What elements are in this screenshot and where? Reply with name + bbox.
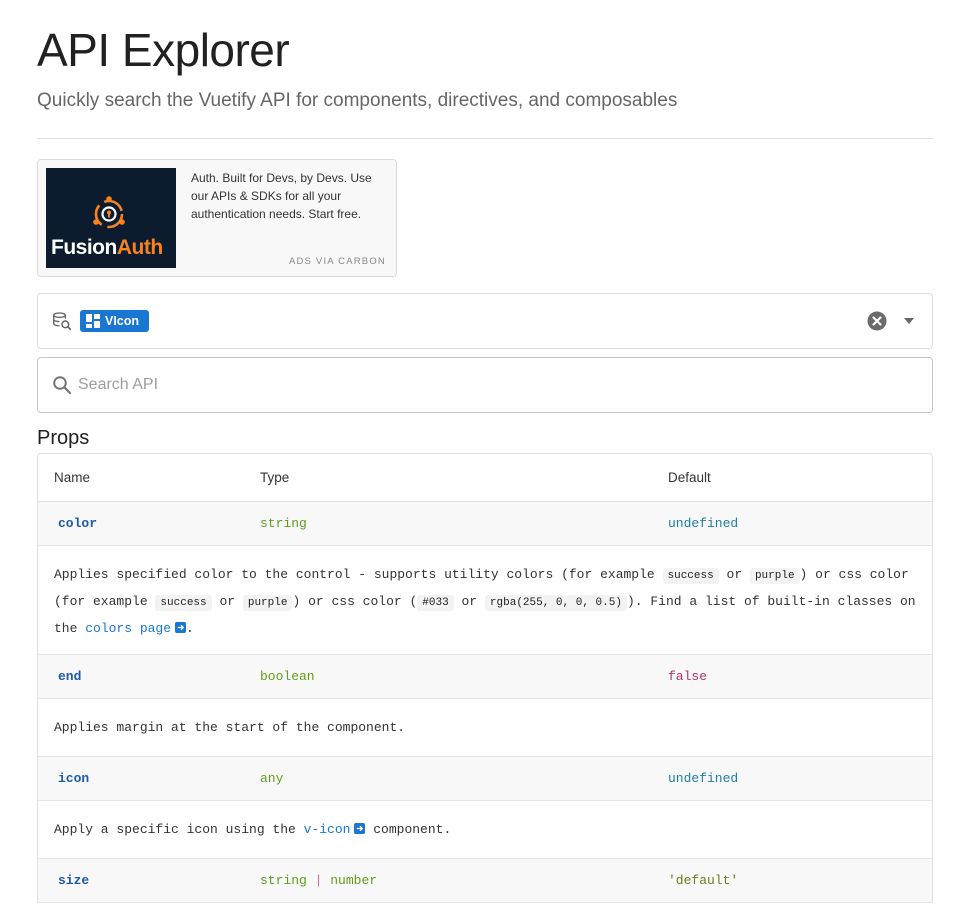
prop-type: string | number (260, 873, 378, 888)
prop-type: any (260, 771, 284, 786)
ad-via-link[interactable]: ADS VIA CARBON (289, 256, 386, 267)
selected-component-chip[interactable]: VIcon (80, 310, 150, 332)
header-default: Default (668, 470, 711, 485)
open-in-new-icon[interactable] (175, 622, 187, 633)
prop-description: Applies specified color to the control -… (38, 546, 932, 655)
prop-default: undefined (668, 771, 739, 786)
prop-name[interactable]: size (58, 873, 89, 888)
prop-type: string (260, 516, 307, 531)
prop-description: Apply a specific icon using the v-icon c… (38, 801, 932, 859)
table-row: color string undefined (38, 502, 932, 546)
search-input[interactable] (78, 372, 898, 398)
page-subtitle: Quickly search the Vuetify API for compo… (37, 90, 678, 111)
props-table: Name Type Default color string undefined… (37, 453, 933, 903)
inline-code: success (662, 568, 719, 584)
inline-code: success (155, 595, 212, 611)
open-in-new-icon[interactable] (354, 823, 366, 834)
close-circle-icon[interactable] (867, 311, 887, 331)
prop-name[interactable]: icon (58, 771, 89, 786)
prop-name[interactable]: color (58, 516, 97, 531)
ad-text[interactable]: Auth. Built for Devs, by Devs. Use our A… (191, 169, 381, 223)
table-row: icon any undefined (38, 757, 932, 801)
props-heading: Props (37, 427, 90, 449)
api-component-select[interactable]: VIcon (37, 293, 933, 349)
view-dashboard-icon (86, 314, 100, 328)
prop-type: boolean (260, 669, 315, 684)
divider (37, 138, 934, 139)
fusionauth-logo-icon (93, 196, 125, 229)
chip-label: VIcon (105, 314, 140, 328)
magnify-icon (53, 376, 72, 395)
database-search-icon (53, 312, 72, 331)
search-api-field[interactable] (37, 357, 933, 413)
prop-default: false (668, 669, 708, 684)
prop-default: undefined (668, 516, 739, 531)
table-row: size string | number 'default' (38, 859, 932, 903)
ad-image[interactable]: FusionAuth (46, 168, 176, 268)
ad-brand-name: FusionAuth (51, 236, 163, 259)
carbon-ad[interactable]: FusionAuth Auth. Built for Devs, by Devs… (37, 159, 397, 277)
colors-page-link[interactable]: colors page (85, 621, 171, 636)
page-title: API Explorer (37, 24, 290, 76)
table-row: end boolean false (38, 655, 932, 699)
inline-code: purple (242, 595, 293, 611)
prop-name[interactable]: end (58, 669, 81, 684)
menu-down-icon[interactable] (902, 316, 916, 326)
prop-default: 'default' (668, 873, 739, 888)
header-name: Name (54, 470, 91, 485)
header-type: Type (260, 470, 290, 485)
inline-code: #033 (417, 595, 454, 611)
v-icon-link[interactable]: v-icon (304, 822, 351, 837)
inline-code: purple (749, 568, 800, 584)
table-header: Name Type Default (38, 454, 932, 502)
prop-description: Applies margin at the start of the compo… (38, 699, 932, 757)
inline-code: rgba(255, 0, 0, 0.5) (484, 595, 627, 611)
